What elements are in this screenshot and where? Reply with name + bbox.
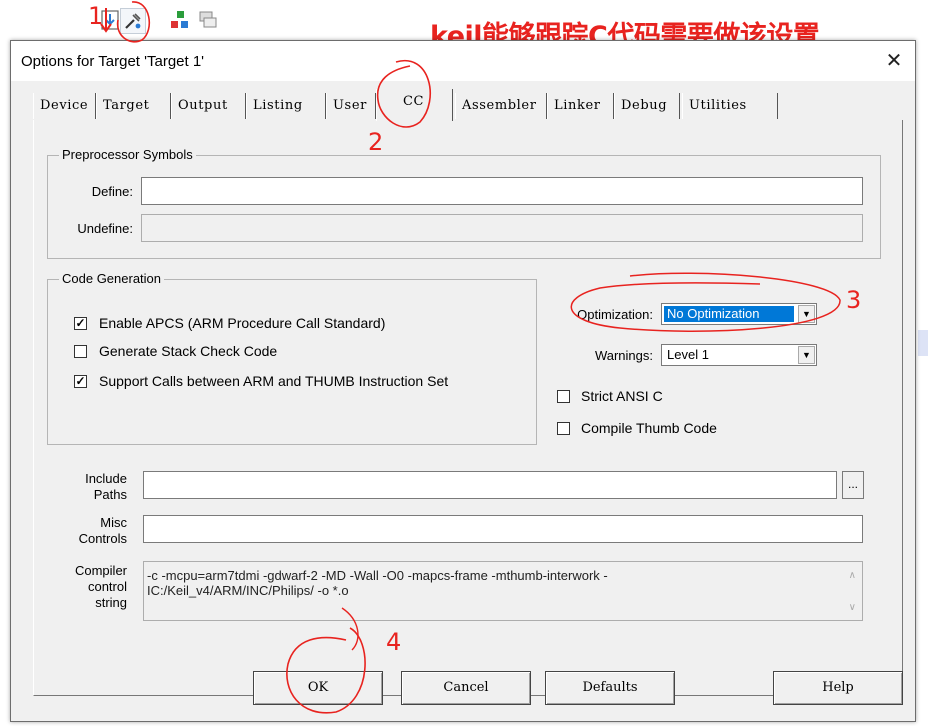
- close-icon[interactable]: ✕: [879, 47, 909, 75]
- optimization-select[interactable]: No Optimization ▼: [661, 303, 817, 325]
- optimization-label: Optimization:: [577, 307, 653, 322]
- compiler-control-label: Compiler control string: [74, 563, 127, 610]
- tab-device[interactable]: Device: [33, 93, 96, 119]
- compile-thumb-label: Compile Thumb Code: [581, 420, 717, 436]
- misc-controls-label: Misc Controls: [78, 515, 127, 546]
- tab-user[interactable]: User: [326, 93, 376, 119]
- tab-output[interactable]: Output: [171, 93, 246, 119]
- preprocessor-group: [47, 155, 881, 259]
- apcs-checkbox[interactable]: ✓: [74, 317, 87, 330]
- undefine-label: Undefine:: [77, 221, 133, 236]
- defaults-button[interactable]: Defaults: [545, 671, 675, 705]
- cancel-button[interactable]: Cancel: [401, 671, 531, 705]
- stack-check-label: Generate Stack Check Code: [99, 343, 278, 359]
- warnings-select[interactable]: Level 1 ▼: [661, 344, 817, 366]
- step-2-label: 2: [368, 128, 384, 156]
- include-paths-label: Include Paths: [85, 471, 127, 502]
- compiler-control-line-1: -c -mcpu=arm7tdmi -gdwarf-2 -MD -Wall -O…: [147, 568, 608, 583]
- dialog-titlebar: Options for Target 'Target 1' ✕: [11, 41, 915, 81]
- include-paths-input[interactable]: [143, 471, 837, 499]
- interwork-checkbox[interactable]: ✓: [74, 375, 87, 388]
- target-options-icon[interactable]: [120, 8, 146, 34]
- apcs-label: Enable APCS (ARM Procedure Call Standard…: [99, 315, 386, 331]
- window-icon[interactable]: [196, 8, 220, 32]
- step-1-label: 1: [88, 2, 104, 30]
- background-stripe: [918, 330, 928, 356]
- preprocessor-legend: Preprocessor Symbols: [59, 147, 196, 162]
- misc-controls-input[interactable]: [143, 515, 863, 543]
- strict-ansi-label: Strict ANSI C: [581, 388, 663, 404]
- step-4-label: 4: [386, 628, 402, 656]
- undefine-input: [141, 214, 863, 242]
- compiler-control-line-2: IC:/Keil_v4/ARM/INC/Philips/ -o *.o: [147, 583, 349, 598]
- warnings-label: Warnings:: [594, 348, 653, 363]
- compiler-control-string: -c -mcpu=arm7tdmi -gdwarf-2 -MD -Wall -O…: [143, 561, 863, 621]
- stack-check-checkbox[interactable]: [74, 345, 87, 358]
- compile-thumb-checkbox[interactable]: [557, 422, 570, 435]
- code-generation-legend: Code Generation: [59, 271, 165, 286]
- define-input[interactable]: [141, 177, 863, 205]
- interwork-label: Support Calls between ARM and THUMB Inst…: [99, 373, 449, 389]
- dialog-title: Options for Target 'Target 1': [21, 53, 205, 70]
- toolbar: keil能够跟踪C代码需要做该设置: [0, 0, 928, 52]
- browse-button[interactable]: ...: [842, 471, 864, 499]
- help-button[interactable]: Help: [773, 671, 903, 705]
- chevron-down-icon[interactable]: ▼: [798, 305, 815, 323]
- tab-target[interactable]: Target: [96, 93, 171, 119]
- code-generation-group: [47, 279, 537, 445]
- ok-button[interactable]: OK: [253, 671, 383, 705]
- tab-listing[interactable]: Listing: [246, 93, 326, 119]
- tab-cc[interactable]: CC: [376, 89, 453, 121]
- scroll-up-icon[interactable]: ∧: [849, 568, 856, 583]
- strict-ansi-checkbox[interactable]: [557, 390, 570, 403]
- warnings-value: Level 1: [667, 347, 709, 362]
- tab-assembler[interactable]: Assembler: [455, 93, 547, 119]
- tab-utilities[interactable]: Utilities: [682, 93, 778, 119]
- options-dialog: Options for Target 'Target 1' ✕ Device T…: [10, 40, 916, 722]
- scroll-down-icon[interactable]: ∨: [849, 600, 856, 615]
- define-label: Define:: [91, 184, 133, 199]
- step-3-label: 3: [846, 286, 862, 314]
- chevron-down-icon[interactable]: ▼: [798, 346, 815, 364]
- component-icon[interactable]: [168, 8, 192, 32]
- optimization-value: No Optimization: [664, 306, 794, 322]
- tab-linker[interactable]: Linker: [547, 93, 614, 119]
- tab-debug[interactable]: Debug: [614, 93, 680, 119]
